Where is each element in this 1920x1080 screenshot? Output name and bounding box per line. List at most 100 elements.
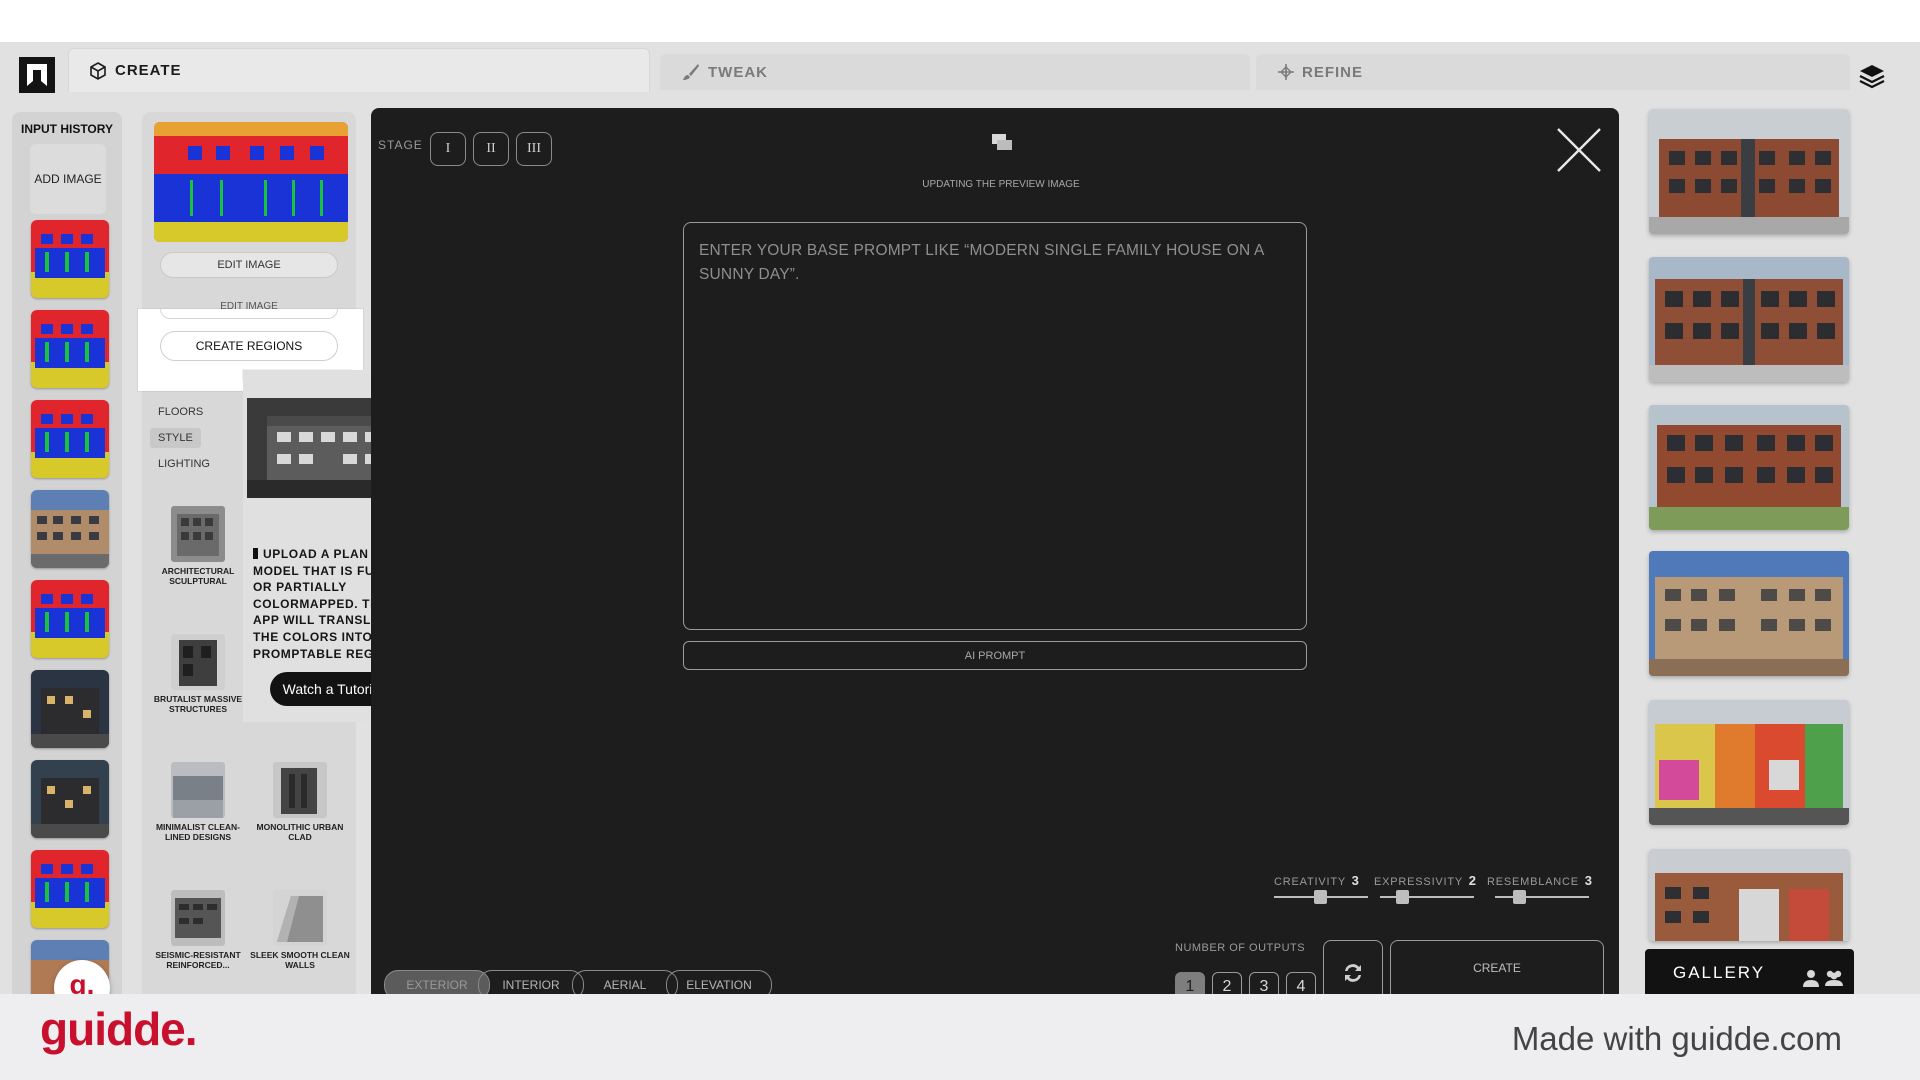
edit-image-label: EDIT IMAGE — [220, 301, 278, 312]
style-option[interactable]: ARCHITECTURAL SCULPTURAL — [148, 506, 248, 586]
stage-button-1[interactable]: I — [430, 132, 466, 166]
style-label: SLEEK SMOOTH CLEAN WALLS — [250, 950, 350, 970]
crosshair-icon — [1278, 64, 1294, 80]
app-window: CREATE TWEAK REFINE INPUT HISTORY ADD IM… — [0, 42, 1920, 994]
users-icon[interactable] — [1824, 969, 1844, 987]
result-image[interactable] — [1649, 109, 1849, 234]
resemblance-value: 3 — [1584, 873, 1593, 888]
slider-track — [1495, 896, 1589, 898]
history-thumb[interactable] — [31, 760, 109, 838]
result-image[interactable] — [1649, 551, 1849, 676]
made-with-text[interactable]: Made with guidde.com — [1512, 1020, 1842, 1058]
tab-tweak-label: TWEAK — [708, 63, 768, 81]
edit-image-button-partial[interactable]: EDIT IMAGE — [160, 301, 338, 319]
resemblance-label: RESEMBLANCE 3 — [1487, 873, 1593, 888]
output-count-3[interactable]: 3 — [1249, 972, 1279, 994]
style-option[interactable]: MINIMALIST CLEAN-LINED DESIGNS — [148, 762, 248, 842]
output-count-4[interactable]: 4 — [1286, 972, 1316, 994]
style-label: SEISMIC-RESISTANT REINFORCED... — [155, 950, 241, 970]
history-thumb[interactable] — [31, 850, 109, 928]
history-thumb[interactable] — [31, 490, 109, 568]
ai-prompt-button[interactable]: AI PROMPT — [683, 641, 1307, 670]
category-lighting[interactable]: LIGHTING — [150, 454, 218, 474]
add-image-button[interactable]: ADD IMAGE — [30, 144, 106, 214]
tab-create-label: CREATE — [115, 62, 182, 79]
slider-track — [1380, 896, 1474, 898]
style-thumbnail — [171, 634, 225, 690]
refresh-icon — [1345, 964, 1361, 982]
logo-icon[interactable] — [19, 57, 55, 93]
slider-knob[interactable] — [1513, 890, 1526, 904]
style-label: BRUTALIST MASSIVE STRUCTURES — [153, 694, 243, 714]
history-thumb[interactable] — [31, 400, 109, 478]
result-image[interactable] — [1649, 257, 1849, 382]
history-thumb[interactable] — [31, 310, 109, 388]
refresh-button[interactable] — [1323, 940, 1383, 994]
input-history-title: INPUT HISTORY — [20, 122, 113, 136]
style-label: MONOLITHIC URBAN CLAD — [256, 822, 344, 842]
output-count-2[interactable]: 2 — [1212, 972, 1242, 994]
style-thumbnail — [171, 762, 225, 818]
style-option[interactable]: SEISMIC-RESISTANT REINFORCED... — [148, 890, 248, 970]
result-image[interactable] — [1649, 849, 1849, 941]
updating-status: UPDATING THE PREVIEW IMAGE — [922, 179, 1080, 190]
history-thumb[interactable] — [31, 670, 109, 748]
brush-icon — [683, 64, 699, 80]
style-thumbnail — [273, 762, 327, 818]
close-icon[interactable] — [1555, 126, 1603, 174]
stage-button-2[interactable]: II — [473, 132, 509, 166]
create-button[interactable]: CREATE — [1390, 940, 1604, 994]
mode-aerial[interactable]: AERIAL — [572, 970, 678, 994]
stage-label: STAGE — [378, 138, 423, 152]
input-preview-image[interactable] — [154, 122, 348, 242]
tab-create[interactable]: CREATE — [68, 48, 650, 92]
output-count-1[interactable]: 1 — [1175, 972, 1205, 994]
layers-icon[interactable] — [1858, 62, 1886, 90]
base-prompt-input[interactable]: ENTER YOUR BASE PROMPT LIKE “MODERN SING… — [683, 222, 1307, 630]
creativity-label: CREATIVITY 3 — [1274, 873, 1360, 888]
user-icon[interactable] — [1802, 969, 1820, 987]
style-thumbnail — [273, 890, 327, 946]
tab-refine-label: REFINE — [1302, 63, 1364, 81]
creativity-label-text: CREATIVITY — [1274, 876, 1346, 888]
style-label: MINIMALIST CLEAN-LINED DESIGNS — [155, 822, 241, 842]
number-of-outputs-label: NUMBER OF OUTPUTS — [1175, 942, 1306, 954]
expressivity-label: EXPRESSIVITY 2 — [1374, 873, 1477, 888]
gallery-button[interactable]: GALLERY — [1645, 949, 1854, 994]
creativity-slider[interactable]: CREATIVITY 3 — [1274, 872, 1368, 904]
history-thumb[interactable] — [31, 220, 109, 298]
edit-image-button[interactable]: EDIT IMAGE — [160, 252, 338, 278]
resemblance-slider[interactable]: RESEMBLANCE 3 — [1487, 872, 1593, 904]
slider-knob[interactable] — [1314, 890, 1327, 904]
main-create-panel: STAGE I II III UPDATING THE PREVIEW IMAG… — [371, 108, 1619, 994]
mode-exterior[interactable]: EXTERIOR — [384, 970, 490, 994]
tab-refine[interactable]: REFINE — [1256, 54, 1850, 90]
creativity-value: 3 — [1351, 873, 1360, 888]
slider-knob[interactable] — [1396, 890, 1409, 904]
mode-elevation[interactable]: ELEVATION — [666, 970, 772, 994]
expressivity-label-text: EXPRESSIVITY — [1374, 876, 1463, 888]
guidde-logo[interactable]: guidde. — [40, 1002, 198, 1056]
preview-stack-icon — [992, 134, 1012, 150]
category-floors[interactable]: FLOORS — [150, 402, 211, 422]
style-option[interactable]: MONOLITHIC URBAN CLAD — [250, 762, 350, 842]
history-thumb[interactable] — [31, 580, 109, 658]
style-thumbnail — [171, 506, 225, 562]
footer: guidde. Made with guidde.com — [0, 994, 1920, 1080]
stage-button-3[interactable]: III — [516, 132, 552, 166]
category-style[interactable]: STYLE — [150, 428, 201, 448]
create-regions-button[interactable]: CREATE REGIONS — [160, 331, 338, 361]
input-history-panel: INPUT HISTORY ADD IMAGE — [12, 112, 122, 994]
create-cube-icon — [90, 61, 106, 80]
result-image[interactable] — [1649, 405, 1849, 530]
resemblance-label-text: RESEMBLANCE — [1487, 876, 1579, 888]
expressivity-slider[interactable]: EXPRESSIVITY 2 — [1374, 872, 1477, 904]
style-thumbnail — [171, 890, 225, 946]
style-option[interactable]: SLEEK SMOOTH CLEAN WALLS — [250, 890, 350, 970]
mode-interior[interactable]: INTERIOR — [478, 970, 584, 994]
gallery-label: GALLERY — [1673, 963, 1766, 982]
result-image[interactable] — [1649, 700, 1849, 825]
tab-tweak[interactable]: TWEAK — [660, 54, 1250, 90]
style-label: ARCHITECTURAL SCULPTURAL — [161, 566, 235, 586]
style-option[interactable]: BRUTALIST MASSIVE STRUCTURES — [148, 634, 248, 714]
